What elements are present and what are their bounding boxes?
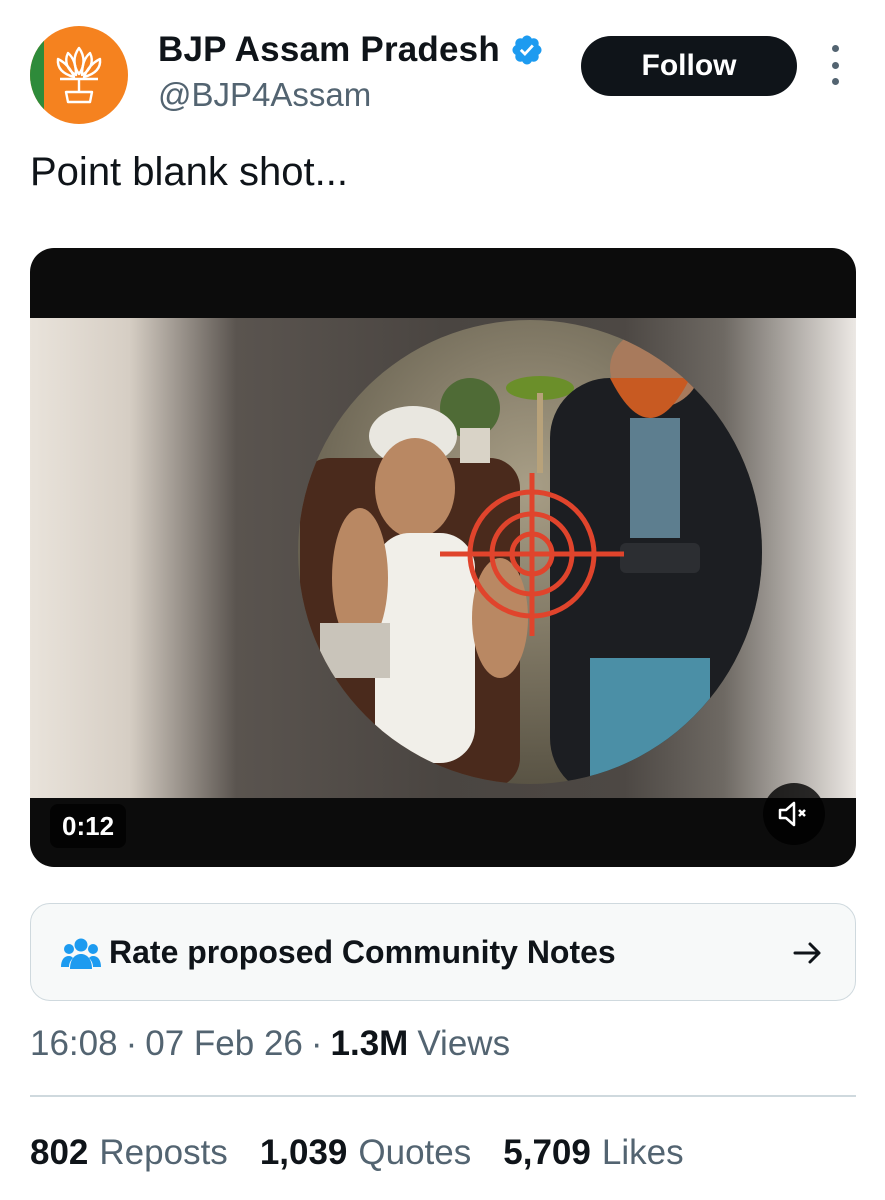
tweet-text: Point blank shot... xyxy=(30,150,348,194)
video-thumbnail-scene xyxy=(298,320,762,784)
mute-toggle-button[interactable] xyxy=(763,783,825,845)
author-handle[interactable]: @BJP4Assam xyxy=(158,76,371,114)
more-options-icon[interactable] xyxy=(820,45,850,85)
verified-badge-icon xyxy=(512,35,542,65)
tweet-meta: 16:08 · 07 Feb 26 · 1.3M Views xyxy=(30,1024,510,1064)
avatar[interactable] xyxy=(30,26,128,124)
likes-label: Likes xyxy=(601,1133,684,1172)
author-name-row: BJP Assam Pradesh xyxy=(158,30,544,70)
follow-button[interactable]: Follow xyxy=(581,36,797,96)
quotes-label: Quotes xyxy=(358,1133,472,1172)
community-notes-button[interactable]: Rate proposed Community Notes xyxy=(30,903,856,1001)
reposts-count: 802 xyxy=(30,1133,89,1172)
speaker-muted-icon xyxy=(778,801,806,827)
meta-separator: · xyxy=(310,1024,323,1063)
bjp-lotus-logo-icon xyxy=(56,46,102,104)
video-frame[interactable] xyxy=(30,318,856,798)
divider xyxy=(30,1095,856,1097)
views-label[interactable]: Views xyxy=(417,1024,510,1064)
reposts-label: Reposts xyxy=(99,1133,228,1172)
video-player[interactable]: 0:12 xyxy=(30,248,856,867)
meta-separator: · xyxy=(125,1024,138,1063)
views-count[interactable]: 1.3M xyxy=(331,1024,409,1064)
people-icon xyxy=(61,938,101,969)
tweet-date[interactable]: 07 Feb 26 xyxy=(145,1024,303,1064)
author-display-name[interactable]: BJP Assam Pradesh xyxy=(158,30,500,70)
video-duration: 0:12 xyxy=(50,804,127,848)
likes-count: 5,709 xyxy=(503,1133,591,1172)
quotes-stat[interactable]: 1,039 Quotes xyxy=(260,1133,471,1173)
engagement-stats: 802 Reposts 1,039 Quotes 5,709 Likes xyxy=(30,1133,716,1173)
likes-stat[interactable]: 5,709 Likes xyxy=(503,1133,683,1173)
reposts-stat[interactable]: 802 Reposts xyxy=(30,1133,228,1173)
tweet-time[interactable]: 16:08 xyxy=(30,1024,118,1064)
quotes-count: 1,039 xyxy=(259,1133,348,1172)
community-notes-label: Rate proposed Community Notes xyxy=(109,934,616,970)
tweet-header: BJP Assam Pradesh @BJP4Assam Follow xyxy=(0,0,885,130)
arrow-right-icon xyxy=(793,942,821,964)
